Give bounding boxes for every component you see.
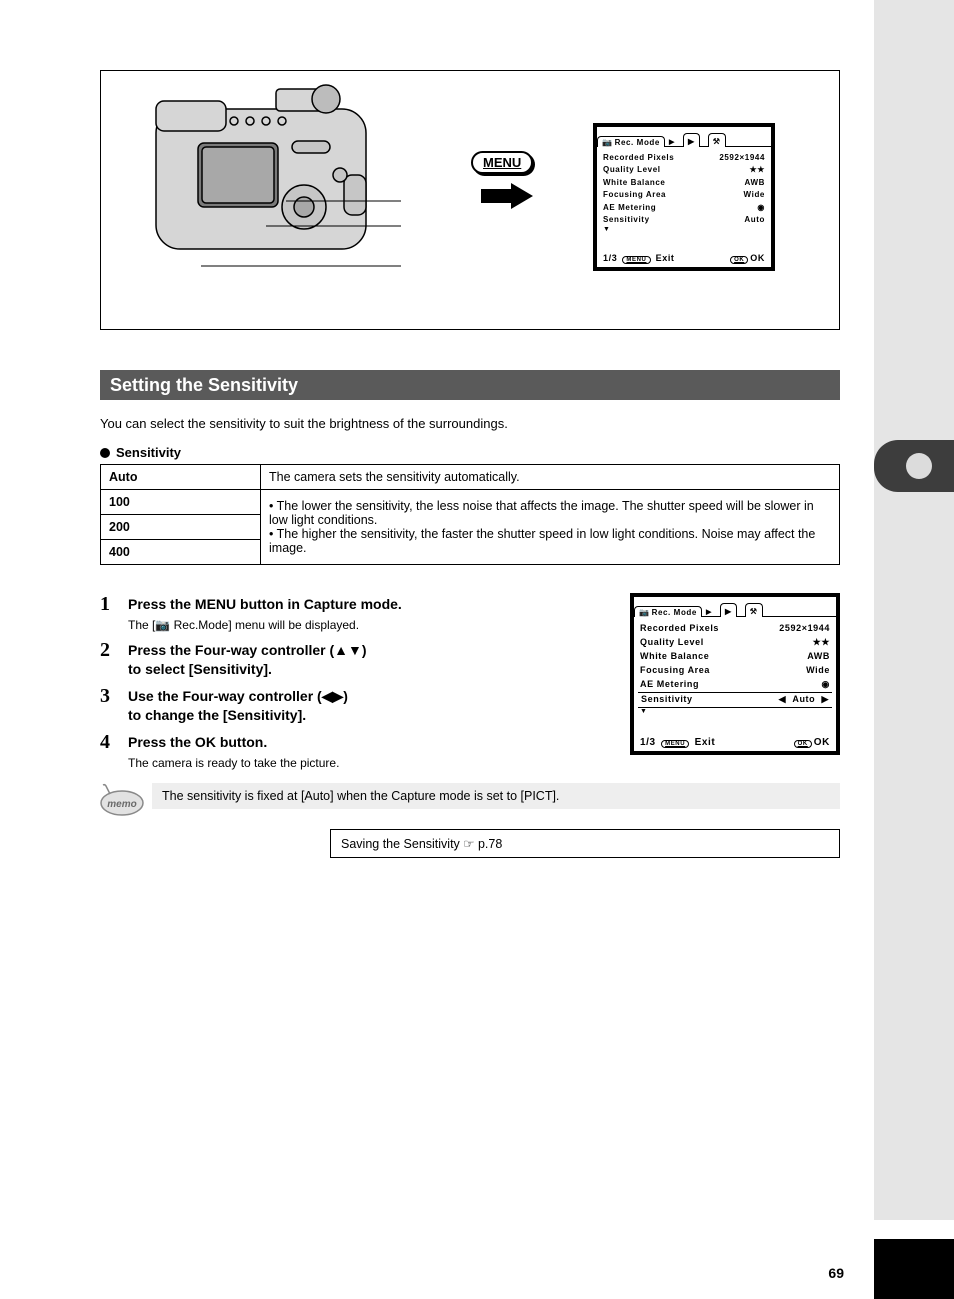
svg-text:memo: memo <box>107 799 136 810</box>
iso-desc-line: • The higher the sensitivity, the faster… <box>269 527 831 555</box>
page-number: 69 <box>828 1265 844 1281</box>
lcd-value: AWB <box>807 650 830 664</box>
figure-panel: MENU 📷 Rec. Mode ▶ ▶ ⚒ Recorded Pixels 25… <box>100 70 840 330</box>
metering-icon: ◉ <box>757 202 765 214</box>
lcd-ok-indicator: OKOK <box>792 737 830 748</box>
lcd-tab-rec-mode: 📷 Rec. Mode <box>634 606 702 617</box>
right-margin-strip <box>874 0 954 1220</box>
sub-heading: Sensitivity <box>100 445 850 460</box>
lcd-label: Focusing Area <box>640 664 710 678</box>
step-subtext: The camera is ready to take the picture. <box>128 755 339 771</box>
camera-icon: 📷 <box>639 608 650 617</box>
scroll-down-icon: ▼ <box>603 226 765 233</box>
step-text: Press the Four-way controller (▲▼) <box>128 641 367 660</box>
setup-icon: ⚒ <box>750 607 758 616</box>
tab-scroll-right-icon: ▶ <box>669 138 675 146</box>
step-text: Use the Four-way controller (◀▶) <box>128 687 348 706</box>
lcd-value: Wide <box>744 189 765 201</box>
ok-icon: OK <box>730 256 748 264</box>
lcd-label: Quality Level <box>640 636 704 650</box>
lcd-label: AE Metering <box>603 202 656 214</box>
lcd-tab-setup: ⚒ <box>708 133 726 147</box>
lcd-tab-setup: ⚒ <box>745 603 763 617</box>
lcd-value: AWB <box>745 177 765 189</box>
lcd-screen-1: 📷 Rec. Mode ▶ ▶ ⚒ Recorded Pixels 2592×19… <box>593 123 775 271</box>
scroll-down-icon: ▼ <box>640 708 830 715</box>
step-text: to select [Sensitivity]. <box>128 660 367 679</box>
lcd-value: Wide <box>806 664 830 678</box>
step-text: Press the MENU button in Capture mode. <box>128 595 402 614</box>
lcd-page-indicator: 1/3 MENU Exit <box>640 737 715 748</box>
iso-auto-desc: The camera sets the sensitivity automati… <box>261 465 840 490</box>
lcd-value: ★★ <box>749 164 765 176</box>
table-row: Auto The camera sets the sensitivity aut… <box>101 465 840 490</box>
bullet-icon <box>100 448 110 458</box>
lcd-label: Recorded Pixels <box>640 622 719 636</box>
iso-100-key: 100 <box>101 490 261 515</box>
step-text: to change the [Sensitivity]. <box>128 706 348 725</box>
step-number: 1 <box>100 593 118 633</box>
lcd-label: Sensitivity <box>603 214 650 226</box>
step-number: 2 <box>100 639 118 679</box>
sensitivity-table: Auto The camera sets the sensitivity aut… <box>100 464 840 565</box>
lcd-ok-indicator: OKOK <box>728 253 765 264</box>
lcd-value: ◀ Auto ▶ <box>779 693 832 707</box>
iso-auto-key: Auto <box>101 465 261 490</box>
lcd-label: White Balance <box>603 177 665 189</box>
step-number: 3 <box>100 685 118 725</box>
lcd-tab-playback: ▶ <box>683 133 700 147</box>
lcd-value: Auto <box>744 214 765 226</box>
play-icon: ▶ <box>688 137 695 146</box>
iso-merged-desc: • The lower the sensitivity, the less no… <box>261 490 840 565</box>
intro-text: You can select the sensitivity to suit t… <box>100 416 840 431</box>
iso-200-key: 200 <box>101 515 261 540</box>
chevron-left-icon: ◀ <box>779 694 787 704</box>
callout-lines <box>101 71 401 331</box>
bottom-black-block <box>874 1239 954 1299</box>
lcd-tab-rec-mode: 📷 Rec. Mode <box>597 136 665 147</box>
ok-icon: OK <box>794 740 812 748</box>
table-row: 100 • The lower the sensitivity, the les… <box>101 490 840 515</box>
menu-button-pill: MENU <box>471 151 533 174</box>
lcd-page-indicator: 1/3 MENU Exit <box>603 253 675 264</box>
lcd-tab-label: Rec. Mode <box>652 608 697 617</box>
memo-callout: memo The sensitivity is fixed at [Auto] … <box>100 783 840 817</box>
step-subtext: The [📷 Rec.Mode] menu will be displayed. <box>128 617 402 633</box>
step-number: 4 <box>100 731 118 771</box>
lcd-label: White Balance <box>640 650 709 664</box>
memo-text: The sensitivity is fixed at [Auto] when … <box>152 783 840 809</box>
setup-icon: ⚒ <box>713 137 721 146</box>
step-text: Press the OK button. <box>128 733 339 752</box>
steps-block: 1 Press the MENU button in Capture mode.… <box>100 593 840 771</box>
lcd-tab-label: Rec. Mode <box>615 138 660 147</box>
iso-400-key: 400 <box>101 540 261 565</box>
lcd-value: 2592×1944 <box>719 152 765 164</box>
lcd-label: Sensitivity <box>638 693 693 707</box>
lcd-screen-2: 📷 Rec. Mode ▶ ▶ ⚒ Recorded Pixels 2592×19… <box>630 593 840 755</box>
chapter-thumb-tab <box>874 440 954 492</box>
tab-scroll-right-icon: ▶ <box>706 608 712 616</box>
lcd-value: 2592×1944 <box>779 622 830 636</box>
lcd-value: ★★ <box>813 636 830 650</box>
memo-icon: memo <box>100 783 144 817</box>
lcd-label: Recorded Pixels <box>603 152 674 164</box>
lcd-label: AE Metering <box>640 678 699 692</box>
sub-heading-label: Sensitivity <box>116 445 181 460</box>
metering-icon: ◉ <box>822 678 830 692</box>
lcd-tab-playback: ▶ <box>720 603 737 617</box>
lcd-label: Focusing Area <box>603 189 666 201</box>
play-icon: ▶ <box>725 607 732 616</box>
lcd-row-selected: Sensitivity ◀ Auto ▶ <box>638 692 832 708</box>
chevron-right-icon: ▶ <box>821 694 829 704</box>
lcd-label: Quality Level <box>603 164 661 176</box>
camera-icon: 📷 <box>602 138 613 147</box>
arrow-right-icon <box>481 181 537 211</box>
section-heading-bar: Setting the Sensitivity <box>100 370 840 400</box>
iso-desc-line: • The lower the sensitivity, the less no… <box>269 499 831 527</box>
section-title: Setting the Sensitivity <box>110 375 298 396</box>
cross-reference-box: Saving the Sensitivity ☞ p.78 <box>330 829 840 858</box>
